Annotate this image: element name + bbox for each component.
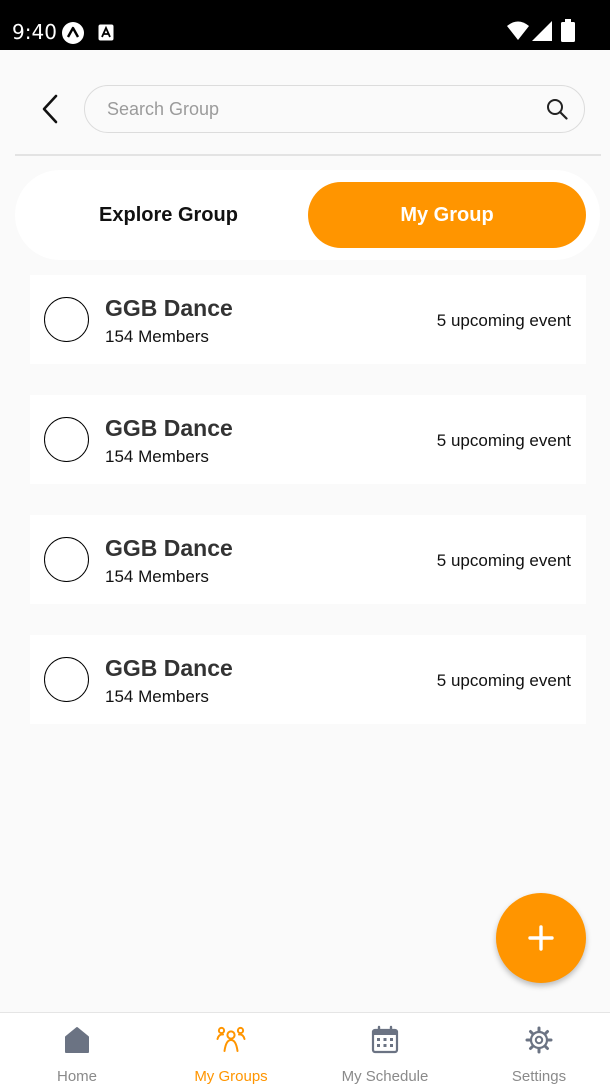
back-button[interactable] xyxy=(34,90,66,128)
group-upcoming-events: 5 upcoming event xyxy=(436,311,571,330)
group-avatar xyxy=(44,537,89,582)
nav-item-settings[interactable]: Settings xyxy=(463,1013,610,1088)
group-tabs: Explore Group My Group xyxy=(15,170,600,260)
group-avatar xyxy=(44,417,89,462)
group-name: GGB Dance xyxy=(105,415,233,441)
group-avatar xyxy=(44,657,89,702)
cellular-signal-icon xyxy=(532,21,552,41)
tab-explore-group[interactable]: Explore Group xyxy=(29,182,308,248)
group-card[interactable]: GGB Dance 154 Members 5 upcoming event xyxy=(30,515,586,604)
header xyxy=(0,50,610,155)
group-members: 154 Members xyxy=(105,567,209,586)
group-card[interactable]: GGB Dance 154 Members 5 upcoming event xyxy=(30,395,586,484)
app-notification-icon xyxy=(62,22,84,44)
gear-icon xyxy=(525,1026,553,1054)
bottom-nav: Home My Groups My Schedule Settings xyxy=(0,1012,610,1088)
group-card[interactable]: GGB Dance 154 Members 5 upcoming event xyxy=(30,275,586,364)
search-input[interactable] xyxy=(107,86,527,132)
group-avatar xyxy=(44,297,89,342)
tab-my-group[interactable]: My Group xyxy=(308,182,586,248)
nav-item-my-groups[interactable]: My Groups xyxy=(155,1013,307,1088)
header-divider xyxy=(15,154,601,156)
search-box[interactable] xyxy=(84,85,585,133)
wifi-icon xyxy=(507,21,529,40)
groups-icon xyxy=(216,1026,246,1052)
nav-label-settings: Settings xyxy=(511,1068,567,1085)
nav-label-home: Home xyxy=(56,1068,97,1085)
search-icon[interactable] xyxy=(546,98,568,120)
group-members: 154 Members xyxy=(105,327,209,346)
group-name: GGB Dance xyxy=(105,295,233,321)
add-group-button[interactable] xyxy=(496,893,586,983)
font-notification-icon xyxy=(98,24,114,41)
nav-item-my-schedule[interactable]: My Schedule xyxy=(309,1013,461,1088)
group-name: GGB Dance xyxy=(105,535,233,561)
nav-label-my-schedule: My Schedule xyxy=(341,1068,429,1085)
group-members: 154 Members xyxy=(105,687,209,706)
group-name: GGB Dance xyxy=(105,655,233,681)
group-card[interactable]: GGB Dance 154 Members 5 upcoming event xyxy=(30,635,586,724)
nav-item-home[interactable]: Home xyxy=(1,1013,153,1088)
group-upcoming-events: 5 upcoming event xyxy=(436,431,571,450)
group-upcoming-events: 5 upcoming event xyxy=(436,551,571,570)
status-bar: 9:40 xyxy=(0,0,610,50)
home-icon xyxy=(65,1027,89,1053)
group-upcoming-events: 5 upcoming event xyxy=(436,671,571,690)
battery-icon xyxy=(561,19,575,42)
nav-label-my-groups: My Groups xyxy=(194,1068,268,1085)
plus-icon xyxy=(528,925,554,951)
calendar-icon xyxy=(371,1025,399,1054)
status-time: 9:40 xyxy=(12,20,57,44)
group-members: 154 Members xyxy=(105,447,209,466)
chevron-left-icon xyxy=(42,94,58,124)
